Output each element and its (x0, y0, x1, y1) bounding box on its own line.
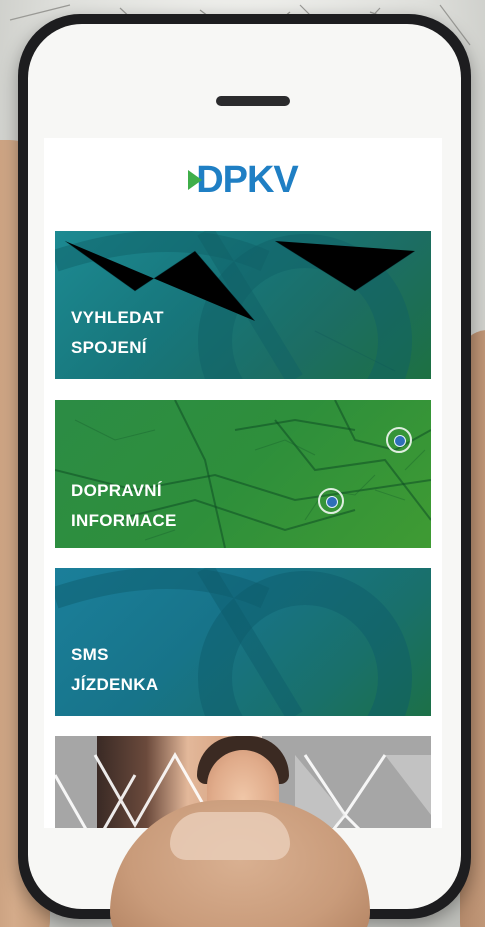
play-triangle-icon (188, 170, 203, 190)
tile-label: VYHLEDAT SPOJENÍ (71, 303, 164, 363)
tile-label-line-1: VYHLEDAT (71, 308, 164, 327)
tile-traffic-info[interactable]: DOPRAVNÍ INFORMACE (55, 400, 431, 548)
tile-sms-ticket[interactable]: SMS JÍZDENKA (55, 568, 431, 716)
tile-label-line-1: SMS (71, 645, 109, 664)
tile-label: DOPRAVNÍ INFORMACE (71, 476, 177, 536)
photo-background: DPKV VYHLEDAT SPOJENÍ DOPRAVNÍ INFORMACE… (0, 0, 485, 927)
tile-label-line-2: SPOJENÍ (71, 338, 147, 357)
location-pin-icon (386, 427, 412, 453)
location-pin-icon (318, 488, 344, 514)
tile-label-line-2: JÍZDENKA (71, 675, 159, 694)
tile-label-line-2: INFORMACE (71, 511, 177, 530)
app-logo[interactable]: DPKV (44, 158, 442, 202)
logo-text: DPKV (196, 158, 299, 201)
phone-speaker (216, 96, 290, 106)
tile-label: SMS JÍZDENKA (71, 640, 158, 700)
tile-search-connection[interactable]: VYHLEDAT SPOJENÍ (55, 231, 431, 379)
thumb-nail (170, 812, 290, 860)
phone-screen: DPKV VYHLEDAT SPOJENÍ DOPRAVNÍ INFORMACE… (44, 138, 442, 828)
tile-label-line-1: DOPRAVNÍ (71, 481, 162, 500)
